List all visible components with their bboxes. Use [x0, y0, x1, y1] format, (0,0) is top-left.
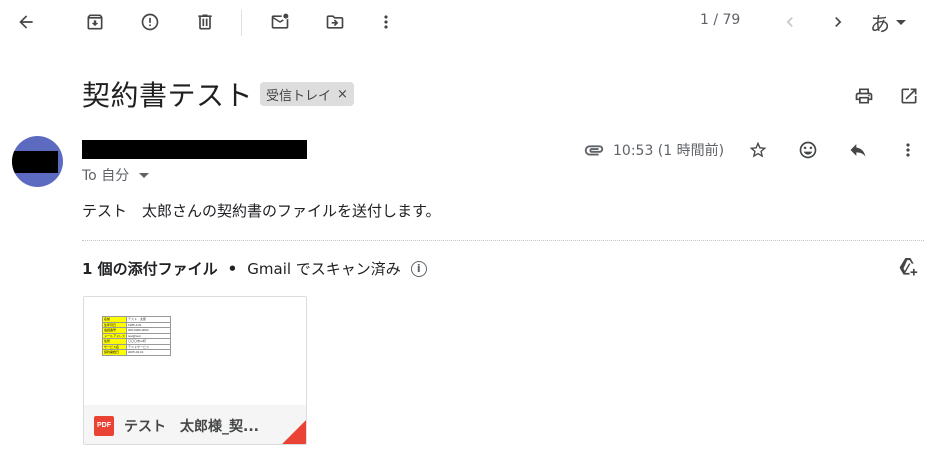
- sender-avatar[interactable]: [12, 136, 63, 187]
- older-button[interactable]: [818, 2, 858, 42]
- ime-label: あ: [870, 12, 890, 36]
- chevron-right-icon: [835, 17, 842, 27]
- arrow-back-icon: [19, 15, 33, 29]
- message-body: テスト 太郎さんの契約書のファイルを送付します。: [82, 202, 441, 220]
- preview-table: 名前 テスト 太郎 生年月日 1985-4-01 電話番号 000-0000-0000 メー…: [101, 316, 172, 356]
- reply-button[interactable]: [838, 130, 878, 170]
- open-in-new-icon: [901, 88, 917, 104]
- add-to-drive-icon: [899, 258, 918, 276]
- toolbar-divider: [241, 10, 242, 36]
- trash-icon: [198, 14, 212, 30]
- email-subject: 契約書テスト: [82, 79, 254, 112]
- open-new-window-button[interactable]: [889, 76, 929, 116]
- caret-down-icon: [139, 172, 150, 178]
- info-icon[interactable]: i: [410, 260, 427, 277]
- preview-row: 契約開始日 2025-04-01: [101, 349, 172, 356]
- delete-button[interactable]: [185, 2, 225, 42]
- move-to-folder-icon: [326, 15, 344, 29]
- attachment-filename: テスト 太郎様_契...: [124, 418, 259, 435]
- archive-icon: [87, 14, 103, 30]
- mark-unread-icon: [271, 13, 289, 29]
- remove-label-button[interactable]: ×: [337, 87, 348, 102]
- caret-down-icon: [896, 20, 906, 25]
- attachment-clip-icon: [584, 145, 604, 156]
- report-spam-icon: [141, 13, 159, 31]
- label-chip-text: 受信トレイ: [266, 88, 332, 104]
- attachment-footer: PDF テスト 太郎様_契...: [84, 405, 306, 444]
- add-reaction-button[interactable]: [788, 130, 828, 170]
- preview-value-cell: 2025-04-01: [126, 349, 172, 356]
- print-all-button[interactable]: [844, 76, 884, 116]
- message-more-button[interactable]: [888, 130, 928, 170]
- inbox-label-chip[interactable]: 受信トレイ ×: [260, 82, 354, 106]
- message-time: 10:53 (1 時間前): [613, 143, 725, 159]
- print-icon: [855, 88, 873, 104]
- report-spam-button[interactable]: [130, 2, 170, 42]
- newer-button[interactable]: [770, 2, 810, 42]
- reply-icon: [850, 144, 866, 157]
- avatar-redaction: [12, 151, 58, 173]
- attachment-card[interactable]: 名前 テスト 太郎 生年月日 1985-4-01 電話番号 000-0000-0000 メー…: [83, 296, 307, 445]
- emoji-smile-icon: [799, 141, 817, 159]
- mark-unread-button[interactable]: [260, 2, 300, 42]
- attachments-header: 1 個の添付ファイル • Gmail でスキャン済み i: [82, 258, 427, 279]
- more-vert-icon: [906, 143, 910, 157]
- more-vert-icon: [384, 15, 388, 29]
- back-button[interactable]: [6, 2, 46, 42]
- attachment-preview: 名前 テスト 太郎 生年月日 1985-4-01 電話番号 000-0000-0000 メー…: [84, 297, 306, 405]
- pdf-file-icon: PDF: [94, 415, 114, 436]
- preview-key-cell: 契約開始日: [101, 349, 128, 356]
- input-method-selector[interactable]: あ: [870, 8, 906, 37]
- pager-count: 1 / 79: [700, 12, 741, 28]
- page-fold-icon: [282, 420, 306, 444]
- attachments-divider: [82, 240, 924, 241]
- more-actions-button[interactable]: [366, 2, 406, 42]
- recipient-text: To 自分: [82, 168, 130, 184]
- recipient-details-toggle[interactable]: To 自分: [82, 165, 150, 185]
- message-meta: 10:53 (1 時間前): [583, 139, 724, 161]
- star-outline-icon: [749, 141, 767, 158]
- attachment-count: 1 個の添付ファイル: [82, 260, 218, 278]
- scan-status: Gmail でスキャン済み: [247, 260, 401, 278]
- preview-key-cell: メールアドレス: [101, 332, 128, 339]
- chevron-left-icon: [786, 17, 793, 27]
- sender-name-redacted: [82, 140, 307, 159]
- star-button[interactable]: [738, 130, 778, 170]
- move-to-button[interactable]: [315, 2, 355, 42]
- add-to-drive-button[interactable]: [888, 248, 928, 288]
- separator-dot: •: [227, 259, 238, 278]
- archive-button[interactable]: [75, 2, 115, 42]
